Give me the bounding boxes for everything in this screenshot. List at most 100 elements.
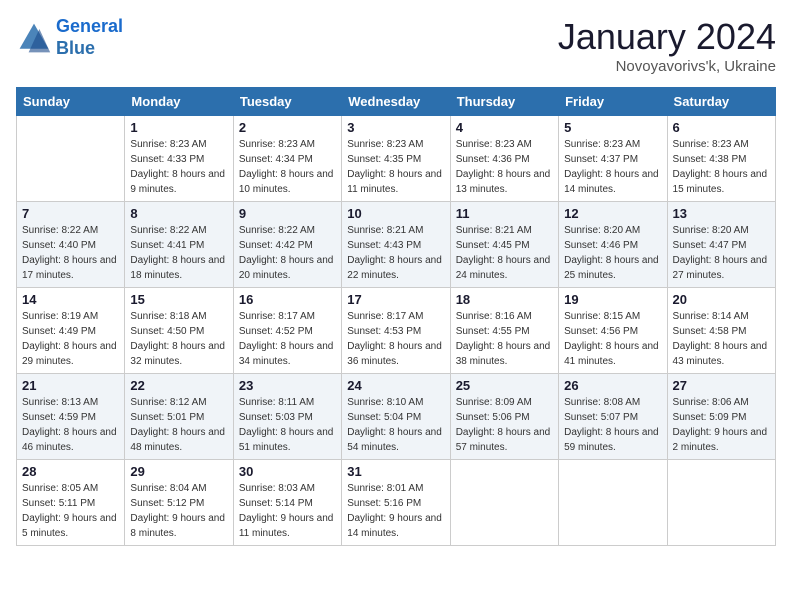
sunrise-text: Sunrise: 8:21 AM [456, 223, 553, 238]
daylight-text: Daylight: 8 hours and 25 minutes. [564, 253, 661, 283]
day-number: 19 [564, 292, 661, 307]
table-row: 16 Sunrise: 8:17 AM Sunset: 4:52 PM Dayl… [233, 288, 341, 374]
day-number: 17 [347, 292, 444, 307]
day-number: 18 [456, 292, 553, 307]
sunrise-text: Sunrise: 8:03 AM [239, 481, 336, 496]
day-number: 22 [130, 378, 227, 393]
col-tuesday: Tuesday [233, 88, 341, 116]
logo: General Blue [16, 16, 123, 59]
table-row: 26 Sunrise: 8:08 AM Sunset: 5:07 PM Dayl… [559, 374, 667, 460]
sunrise-text: Sunrise: 8:16 AM [456, 309, 553, 324]
table-row: 24 Sunrise: 8:10 AM Sunset: 5:04 PM Dayl… [342, 374, 450, 460]
table-row: 3 Sunrise: 8:23 AM Sunset: 4:35 PM Dayli… [342, 116, 450, 202]
table-row: 10 Sunrise: 8:21 AM Sunset: 4:43 PM Dayl… [342, 202, 450, 288]
table-row: 5 Sunrise: 8:23 AM Sunset: 4:37 PM Dayli… [559, 116, 667, 202]
week-row-1: 1 Sunrise: 8:23 AM Sunset: 4:33 PM Dayli… [17, 116, 776, 202]
sunrise-text: Sunrise: 8:11 AM [239, 395, 336, 410]
sunrise-text: Sunrise: 8:14 AM [673, 309, 770, 324]
day-info: Sunrise: 8:23 AM Sunset: 4:36 PM Dayligh… [456, 137, 553, 197]
sunrise-text: Sunrise: 8:22 AM [239, 223, 336, 238]
day-info: Sunrise: 8:22 AM Sunset: 4:42 PM Dayligh… [239, 223, 336, 283]
day-number: 21 [22, 378, 119, 393]
day-info: Sunrise: 8:23 AM Sunset: 4:35 PM Dayligh… [347, 137, 444, 197]
day-info: Sunrise: 8:23 AM Sunset: 4:38 PM Dayligh… [673, 137, 770, 197]
sunrise-text: Sunrise: 8:22 AM [22, 223, 119, 238]
sunset-text: Sunset: 4:40 PM [22, 238, 119, 253]
location-subtitle: Novoyavorivs'k, Ukraine [558, 58, 776, 75]
day-info: Sunrise: 8:23 AM Sunset: 4:37 PM Dayligh… [564, 137, 661, 197]
sunrise-text: Sunrise: 8:20 AM [564, 223, 661, 238]
sunset-text: Sunset: 5:14 PM [239, 496, 336, 511]
sunrise-text: Sunrise: 8:17 AM [347, 309, 444, 324]
day-info: Sunrise: 8:20 AM Sunset: 4:46 PM Dayligh… [564, 223, 661, 283]
day-info: Sunrise: 8:21 AM Sunset: 4:45 PM Dayligh… [456, 223, 553, 283]
sunset-text: Sunset: 4:35 PM [347, 152, 444, 167]
table-row [450, 460, 558, 546]
table-row: 21 Sunrise: 8:13 AM Sunset: 4:59 PM Dayl… [17, 374, 125, 460]
sunrise-text: Sunrise: 8:15 AM [564, 309, 661, 324]
day-number: 5 [564, 120, 661, 135]
sunset-text: Sunset: 4:52 PM [239, 324, 336, 339]
day-info: Sunrise: 8:17 AM Sunset: 4:52 PM Dayligh… [239, 309, 336, 369]
day-info: Sunrise: 8:15 AM Sunset: 4:56 PM Dayligh… [564, 309, 661, 369]
sunset-text: Sunset: 5:16 PM [347, 496, 444, 511]
day-info: Sunrise: 8:21 AM Sunset: 4:43 PM Dayligh… [347, 223, 444, 283]
logo-icon [16, 20, 52, 56]
header-row: Sunday Monday Tuesday Wednesday Thursday… [17, 88, 776, 116]
day-number: 24 [347, 378, 444, 393]
sunset-text: Sunset: 4:46 PM [564, 238, 661, 253]
sunset-text: Sunset: 5:04 PM [347, 410, 444, 425]
sunrise-text: Sunrise: 8:23 AM [673, 137, 770, 152]
table-row: 28 Sunrise: 8:05 AM Sunset: 5:11 PM Dayl… [17, 460, 125, 546]
day-info: Sunrise: 8:11 AM Sunset: 5:03 PM Dayligh… [239, 395, 336, 455]
week-row-4: 21 Sunrise: 8:13 AM Sunset: 4:59 PM Dayl… [17, 374, 776, 460]
table-row [667, 460, 775, 546]
day-number: 25 [456, 378, 553, 393]
daylight-text: Daylight: 8 hours and 36 minutes. [347, 339, 444, 369]
day-number: 15 [130, 292, 227, 307]
title-block: January 2024 Novoyavorivs'k, Ukraine [558, 16, 776, 75]
day-number: 16 [239, 292, 336, 307]
day-number: 30 [239, 464, 336, 479]
day-number: 9 [239, 206, 336, 221]
page-container: General Blue January 2024 Novoyavorivs'k… [0, 0, 792, 556]
day-info: Sunrise: 8:05 AM Sunset: 5:11 PM Dayligh… [22, 481, 119, 541]
daylight-text: Daylight: 8 hours and 34 minutes. [239, 339, 336, 369]
sunset-text: Sunset: 4:43 PM [347, 238, 444, 253]
table-row: 27 Sunrise: 8:06 AM Sunset: 5:09 PM Dayl… [667, 374, 775, 460]
sunset-text: Sunset: 4:45 PM [456, 238, 553, 253]
day-number: 31 [347, 464, 444, 479]
sunset-text: Sunset: 5:03 PM [239, 410, 336, 425]
day-number: 3 [347, 120, 444, 135]
sunrise-text: Sunrise: 8:10 AM [347, 395, 444, 410]
table-row: 25 Sunrise: 8:09 AM Sunset: 5:06 PM Dayl… [450, 374, 558, 460]
daylight-text: Daylight: 8 hours and 29 minutes. [22, 339, 119, 369]
day-info: Sunrise: 8:22 AM Sunset: 4:41 PM Dayligh… [130, 223, 227, 283]
daylight-text: Daylight: 9 hours and 11 minutes. [239, 511, 336, 541]
day-number: 23 [239, 378, 336, 393]
day-number: 29 [130, 464, 227, 479]
table-row: 23 Sunrise: 8:11 AM Sunset: 5:03 PM Dayl… [233, 374, 341, 460]
sunset-text: Sunset: 5:07 PM [564, 410, 661, 425]
day-number: 26 [564, 378, 661, 393]
table-row: 18 Sunrise: 8:16 AM Sunset: 4:55 PM Dayl… [450, 288, 558, 374]
table-row: 17 Sunrise: 8:17 AM Sunset: 4:53 PM Dayl… [342, 288, 450, 374]
day-number: 20 [673, 292, 770, 307]
sunset-text: Sunset: 4:34 PM [239, 152, 336, 167]
table-row: 20 Sunrise: 8:14 AM Sunset: 4:58 PM Dayl… [667, 288, 775, 374]
week-row-5: 28 Sunrise: 8:05 AM Sunset: 5:11 PM Dayl… [17, 460, 776, 546]
sunrise-text: Sunrise: 8:01 AM [347, 481, 444, 496]
week-row-2: 7 Sunrise: 8:22 AM Sunset: 4:40 PM Dayli… [17, 202, 776, 288]
sunrise-text: Sunrise: 8:23 AM [239, 137, 336, 152]
day-number: 14 [22, 292, 119, 307]
sunset-text: Sunset: 4:36 PM [456, 152, 553, 167]
sunset-text: Sunset: 4:55 PM [456, 324, 553, 339]
day-number: 4 [456, 120, 553, 135]
sunset-text: Sunset: 4:41 PM [130, 238, 227, 253]
table-row: 8 Sunrise: 8:22 AM Sunset: 4:41 PM Dayli… [125, 202, 233, 288]
day-info: Sunrise: 8:18 AM Sunset: 4:50 PM Dayligh… [130, 309, 227, 369]
table-row: 7 Sunrise: 8:22 AM Sunset: 4:40 PM Dayli… [17, 202, 125, 288]
daylight-text: Daylight: 8 hours and 41 minutes. [564, 339, 661, 369]
daylight-text: Daylight: 9 hours and 5 minutes. [22, 511, 119, 541]
table-row: 2 Sunrise: 8:23 AM Sunset: 4:34 PM Dayli… [233, 116, 341, 202]
